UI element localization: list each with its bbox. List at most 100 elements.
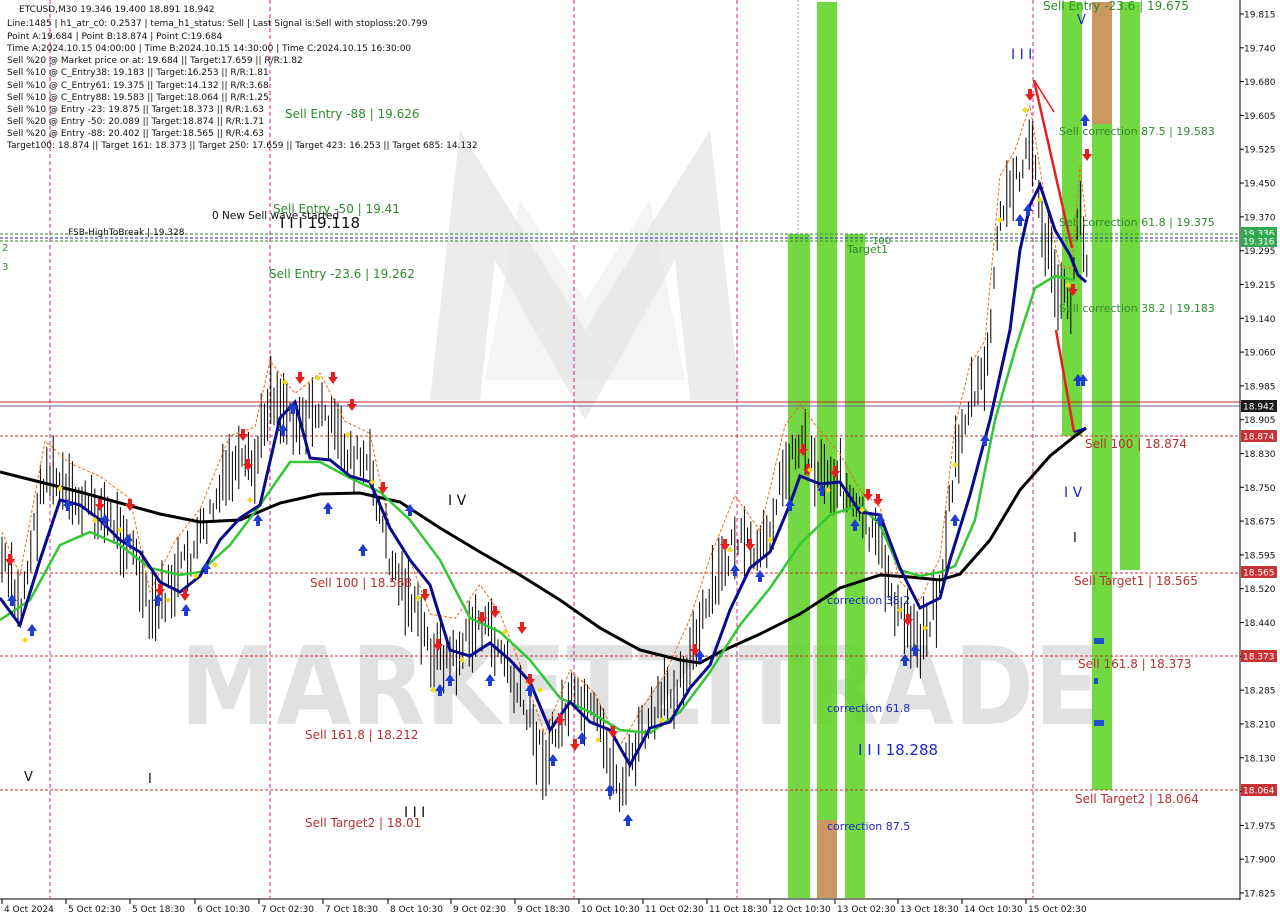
price-tick-label: 18.750	[1244, 484, 1276, 494]
price-tick-label: 18.675	[1244, 518, 1276, 528]
blue-marker	[1094, 638, 1104, 644]
price-tick-label: 19.680	[1244, 78, 1276, 88]
annotation-label: FSB-HighToBreak | 19.328	[68, 228, 185, 238]
annotation-label: Sell Target2 | 18.064	[1075, 792, 1199, 806]
annotation-label: Sell 100 | 18.874	[1085, 437, 1187, 451]
time-tick-label: 9 Oct 02:30	[453, 905, 506, 915]
info-line: Sell %20 @ Entry -88: 20.402 || Target:1…	[7, 129, 264, 139]
price-tick-label: 19.295	[1244, 247, 1276, 257]
time-tick-label: 12 Oct 10:30	[772, 905, 831, 915]
annotation-label: Sell 161.8 | 18.212	[305, 728, 419, 742]
price-chart[interactable]: MARKETZITRADE ETCUSD,M30 19.346 19.400 1…	[0, 0, 1280, 920]
annotation-label: Sell 161.8 | 18.373	[1078, 657, 1192, 671]
price-tick-label: 18.985	[1244, 382, 1276, 392]
price-tick-label: 18.905	[1244, 416, 1276, 426]
annotation-label: I I I 19.118	[280, 214, 360, 232]
info-line: Target100: 18.874 || Target 161: 18.373 …	[6, 141, 478, 151]
annotation-label: Sell 100 | 18.568	[310, 576, 412, 590]
annotation-label: Sell correction 38.2 | 19.183	[1059, 302, 1215, 315]
time-tick-label: 10 Oct 10:30	[581, 905, 640, 915]
info-line: Sell %20 @ Market price or at: 19.684 ||…	[7, 56, 303, 66]
info-line: Time A:2024.10.15 04:00:00 | Time B:2024…	[6, 44, 411, 54]
wave-label: I	[148, 772, 152, 787]
green-zone	[845, 234, 865, 898]
wave-label: I	[1073, 531, 1077, 546]
wave-label: I V	[1064, 485, 1083, 501]
time-tick-label: 4 Oct 2024	[4, 905, 54, 915]
price-tick-label: 18.130	[1244, 754, 1276, 764]
annotation-label: Sell correction 61.8 | 19.375	[1059, 216, 1215, 229]
price-tick-label: 19.215	[1244, 281, 1276, 291]
annotation-label: Sell Entry -23.6 | 19.675	[1043, 0, 1189, 13]
price-box-label: 18.373	[1243, 653, 1275, 663]
annotation-label: correction 87.5	[827, 820, 910, 833]
price-tick-label: 18.520	[1244, 585, 1276, 595]
price-tick-label: 18.595	[1244, 551, 1276, 561]
edge-label: 2	[2, 243, 8, 254]
annotation-label: Sell Entry -88 | 19.626	[285, 107, 419, 121]
info-line: Point A:19.684 | Point B:18.874 | Point …	[7, 32, 222, 42]
time-tick-label: 15 Oct 02:30	[1028, 905, 1087, 915]
info-line: Sell %10 @ C_Entry88: 19.583 || Target:1…	[7, 93, 269, 103]
time-tick-label: 11 Oct 02:30	[645, 905, 704, 915]
info-line: Sell %20 @ Entry -50: 20.089 || Target:1…	[7, 117, 264, 127]
wave-label: V	[1077, 13, 1086, 28]
price-tick-label: 19.450	[1244, 180, 1276, 190]
info-line: ETCUSD,M30 19.346 19.400 18.891 18.942	[19, 5, 215, 15]
time-tick-label: 7 Oct 18:30	[325, 905, 378, 915]
edge-label: 3	[2, 262, 8, 273]
annotation-label: correction 61.8	[827, 702, 910, 715]
price-tick-label: 19.740	[1244, 44, 1276, 54]
time-tick-label: 13 Oct 02:30	[837, 905, 896, 915]
green-zone	[788, 234, 810, 898]
wave-label: I I I	[404, 805, 425, 821]
price-tick-label: 18.285	[1244, 687, 1276, 697]
chart-root: MARKETZITRADE ETCUSD,M30 19.346 19.400 1…	[0, 0, 1280, 920]
annotation-label: Sell Target1 | 18.565	[1074, 574, 1198, 588]
blue-marker	[1094, 720, 1104, 726]
price-tick-label: 19.605	[1244, 112, 1276, 122]
time-tick-label: 8 Oct 10:30	[390, 905, 443, 915]
price-tick-label: 18.440	[1244, 619, 1276, 629]
price-tick-label: 19.140	[1244, 315, 1276, 325]
time-tick-label: 7 Oct 02:30	[261, 905, 314, 915]
wave-label: V	[24, 770, 33, 785]
time-tick-label: 11 Oct 18:30	[709, 905, 768, 915]
wave-label: I I I	[1011, 47, 1032, 63]
time-tick-label: 14 Oct 10:30	[964, 905, 1023, 915]
price-tick-label: 18.830	[1244, 450, 1276, 460]
price-tick-label: 17.900	[1244, 856, 1276, 866]
price-box-label: 18.565	[1243, 569, 1275, 579]
info-line: Line:1485 | h1_atr_c0: 0.2537 | tema_h1_…	[7, 19, 428, 29]
annotation-label: Sell correction 87.5 | 19.583	[1059, 125, 1215, 138]
price-tick-label: 17.975	[1244, 822, 1276, 832]
info-line: Sell %10 @ C_Entry61: 19.375 || Target:1…	[7, 81, 269, 91]
price-tick-label: 19.370	[1244, 213, 1276, 223]
price-box-label: 18.874	[1243, 433, 1275, 443]
time-tick-label: 6 Oct 10:30	[197, 905, 250, 915]
wave-label: I V	[448, 493, 467, 509]
price-box-label: 18.064	[1243, 787, 1275, 797]
price-axis: 19.815 19.740 19.680 19.605 19.525 19.450 19.3…	[1239, 0, 1280, 900]
annotation-label: I I I 18.288	[858, 741, 938, 759]
time-tick-label: 13 Oct 18:30	[900, 905, 959, 915]
price-tick-label: 19.525	[1244, 146, 1276, 156]
price-tick-label: 18.210	[1244, 720, 1276, 730]
time-tick-label: 9 Oct 18:30	[517, 905, 570, 915]
price-tick-label: 19.060	[1244, 349, 1276, 359]
info-line: Sell %10 @ Entry -23: 19.875 || Target:1…	[7, 105, 264, 115]
info-line: Sell %10 @ C_Entry38: 19.183 || Target:1…	[7, 68, 269, 78]
annotation-label: Sell Entry -23.6 | 19.262	[269, 267, 415, 281]
price-tick-label: 19.815	[1244, 11, 1276, 21]
time-tick-label: 5 Oct 02:30	[68, 905, 121, 915]
green-zone	[817, 2, 837, 820]
brown-zone	[1092, 2, 1112, 124]
time-tick-label: 5 Oct 18:30	[132, 905, 185, 915]
annotation-label: 100	[872, 236, 891, 247]
blue-marker	[1094, 678, 1098, 684]
price-box-label: 18.942	[1243, 403, 1275, 413]
price-tick-label: 17.825	[1244, 890, 1276, 900]
price-box-label: 19.316	[1243, 238, 1275, 248]
annotation-label: correction 38.2	[827, 594, 910, 607]
green-zone	[1120, 2, 1140, 570]
